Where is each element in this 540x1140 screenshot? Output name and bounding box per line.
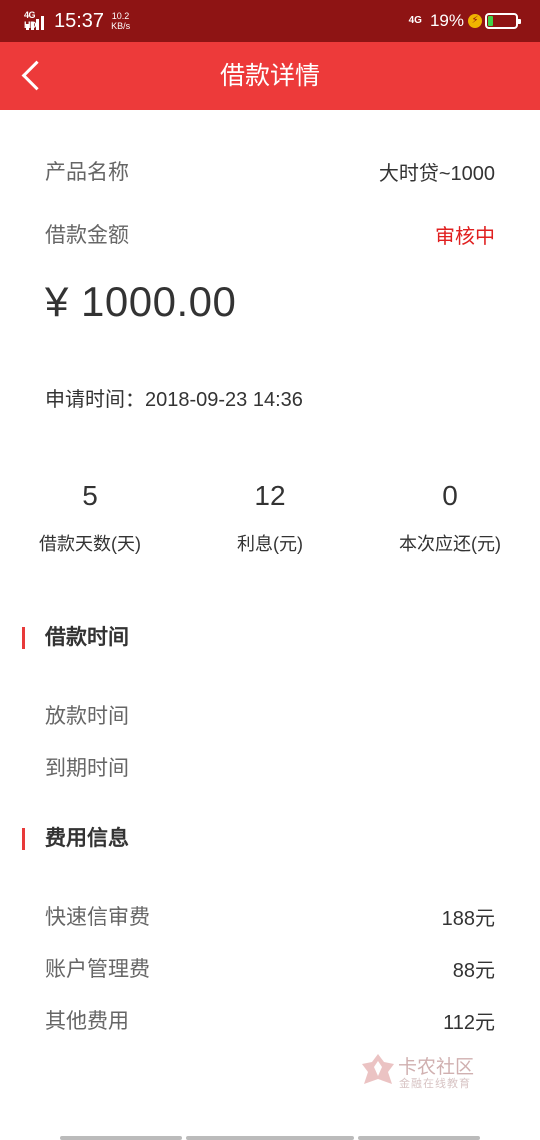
loan-amount: ¥ 1000.00	[45, 278, 237, 325]
loan-amount-label: 借款金额	[45, 224, 129, 247]
status-bar: 4G HD 15:37 10.2 KB/s 4G 19% ⚡	[0, 0, 540, 42]
stat-label: 本次应还(元)	[399, 534, 501, 554]
network-speed-unit: KB/s	[111, 21, 131, 31]
bottom-tab-indicator	[186, 1136, 354, 1140]
fee-value: 88元	[452, 960, 495, 982]
chevron-left-icon	[21, 60, 52, 91]
section-marker	[22, 828, 25, 850]
section-marker	[22, 627, 25, 649]
header-bar: 借款详情	[0, 42, 540, 110]
signal-icon: 4G HD	[24, 10, 48, 32]
due-time-label: 到期时间	[45, 757, 129, 780]
battery-fill	[488, 16, 493, 26]
stat-value: 5	[82, 480, 98, 511]
status-time: 15:37	[54, 9, 105, 32]
network-speed: 10.2 KB/s	[111, 11, 130, 31]
network-speed-value: 10.2	[111, 11, 130, 21]
fee-label: 快速信审费	[45, 906, 150, 929]
status-bar-left: 4G HD 15:37 10.2 KB/s	[24, 9, 130, 33]
stat-value: 12	[254, 480, 286, 511]
bottom-tab-indicator	[60, 1136, 182, 1140]
apply-time: 申请时间：2018-09-23 14:36	[45, 389, 303, 411]
watermark-logo-icon	[362, 1054, 394, 1084]
stat-loan-days: 5 借款天数(天)	[20, 478, 160, 556]
fee-value: 188元	[441, 908, 495, 930]
page-title: 借款详情	[219, 62, 320, 90]
fee-label: 其他费用	[45, 1010, 129, 1033]
stat-label: 借款天数(天)	[39, 534, 141, 554]
battery-percent: 19%	[429, 11, 464, 30]
product-name-value: 大时贷~1000	[378, 163, 495, 185]
stat-interest: 12 利息(元)	[200, 478, 340, 556]
stat-value: 0	[442, 480, 458, 511]
product-name-label: 产品名称	[45, 161, 129, 184]
section-title: 费用信息	[45, 827, 129, 850]
watermark: 卡农社区 金融在线教育	[360, 1052, 480, 1092]
bottom-tab-indicator	[358, 1136, 480, 1140]
watermark-subtitle: 金融在线教育	[399, 1078, 471, 1090]
battery-icon	[485, 13, 521, 29]
network-type-right: 4G	[408, 15, 422, 26]
section-title: 借款时间	[45, 626, 129, 649]
status-badge: 审核中	[435, 226, 495, 248]
bolt-icon: ⚡	[468, 14, 482, 28]
stat-label: 利息(元)	[237, 534, 303, 554]
back-button[interactable]	[10, 51, 60, 101]
fee-label: 账户管理费	[45, 958, 150, 981]
stat-repay: 0 本次应还(元)	[375, 478, 525, 556]
release-time-label: 放款时间	[45, 705, 129, 728]
fee-value: 112元	[443, 1012, 495, 1034]
status-bar-right: 4G 19% ⚡	[408, 9, 521, 33]
